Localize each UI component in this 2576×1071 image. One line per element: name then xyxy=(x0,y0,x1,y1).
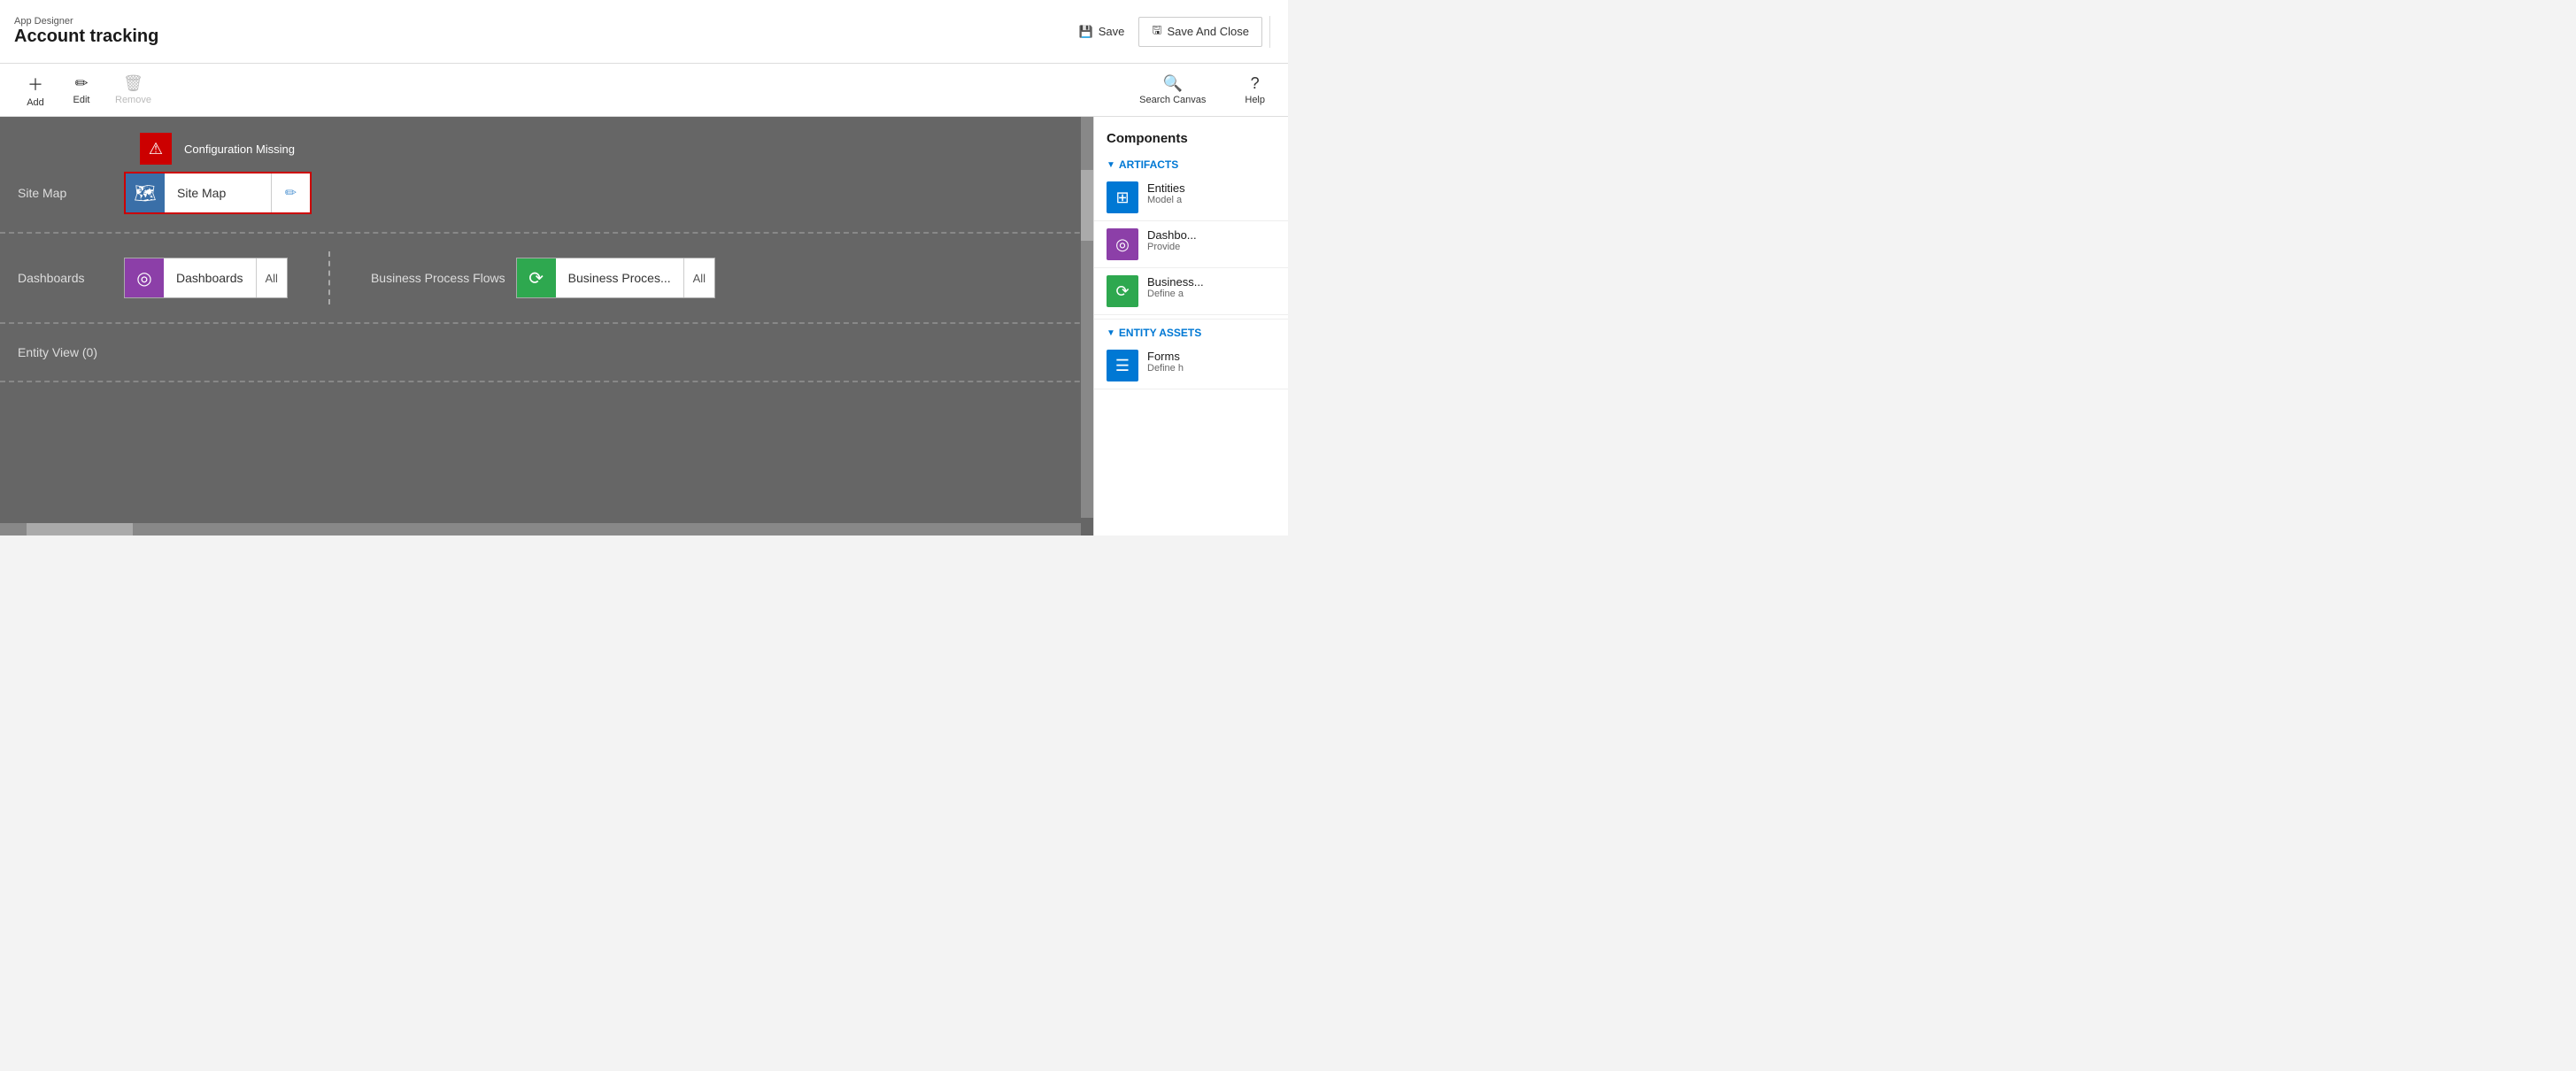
add-label: Add xyxy=(27,97,44,108)
bpf-all-label[interactable]: All xyxy=(683,258,714,297)
component-bpf[interactable]: ⟳ Business... Define a xyxy=(1094,268,1288,315)
dashboard-all-label[interactable]: All xyxy=(256,258,287,297)
header-left: App Designer Account tracking xyxy=(14,16,158,47)
artifacts-chevron-icon xyxy=(1107,160,1115,170)
search-icon: 🔍 xyxy=(1163,74,1183,93)
site-map-content: 🗺 Site Map ✏ xyxy=(124,172,1093,214)
entity-assets-section-header[interactable]: ENTITY ASSETS xyxy=(1094,323,1288,343)
warning-icon-box: ⚠ xyxy=(140,133,172,165)
config-missing-label: Configuration Missing xyxy=(184,143,295,156)
horizontal-scrollbar[interactable] xyxy=(0,523,1081,536)
bpf-section-label: Business Process Flows xyxy=(371,271,505,285)
help-label: Help xyxy=(1245,95,1265,105)
save-close-icon: 🖫 xyxy=(1152,22,1161,42)
save-icon: 💾 xyxy=(1079,25,1093,39)
toolbar: ＋ Add ✏ Edit 🗑 Remove 🔍 Search Canvas ? … xyxy=(0,64,1288,117)
dashboard-icon: ◎ xyxy=(125,258,164,297)
site-map-card-label: Site Map xyxy=(165,173,271,212)
forms-text: Forms Define h xyxy=(1147,350,1184,374)
bpf-panel-icon: ⟳ xyxy=(1107,275,1138,307)
site-map-edit-button[interactable]: ✏ xyxy=(271,173,310,212)
artifacts-label: ARTIFACTS xyxy=(1119,158,1178,171)
config-missing-row: ⚠ Configuration Missing xyxy=(0,126,1093,165)
dashboard-card-label: Dashboards xyxy=(164,258,256,297)
components-panel: Components ARTIFACTS ⊞ Entities Model a … xyxy=(1093,117,1288,536)
bpf-card-label: Business Proces... xyxy=(556,258,683,297)
dashboards-text: Dashbo... Provide xyxy=(1147,228,1197,252)
page-title: Account tracking xyxy=(14,27,158,47)
site-map-icon: 🗺 xyxy=(126,173,165,212)
forms-name: Forms xyxy=(1147,350,1184,363)
save-close-label: Save And Close xyxy=(1167,25,1249,38)
dashboards-row: Dashboards ◎ Dashboards All Business Pro… xyxy=(0,241,1093,315)
component-dashboards[interactable]: ◎ Dashbo... Provide xyxy=(1094,221,1288,268)
main-container: ⚠ Configuration Missing Site Map 🗺 Site … xyxy=(0,117,1288,536)
forms-icon: ☰ xyxy=(1107,350,1138,381)
save-label: Save xyxy=(1099,25,1125,38)
site-map-card[interactable]: 🗺 Site Map ✏ xyxy=(124,172,312,214)
component-entities[interactable]: ⊞ Entities Model a xyxy=(1094,174,1288,221)
entities-icon: ⊞ xyxy=(1107,181,1138,213)
toolbar-left: ＋ Add ✏ Edit 🗑 Remove xyxy=(14,69,160,112)
header: App Designer Account tracking 💾 Save 🖫 S… xyxy=(0,0,1288,64)
save-close-button[interactable]: 🖫 Save And Close xyxy=(1138,17,1262,47)
bpf-panel-name: Business... xyxy=(1147,275,1204,289)
entities-name: Entities xyxy=(1147,181,1185,195)
bpf-panel-text: Business... Define a xyxy=(1147,275,1204,299)
dashboards-panel-desc: Provide xyxy=(1147,242,1197,252)
site-map-section-label: Site Map xyxy=(18,186,124,200)
section-divider-2 xyxy=(0,322,1093,324)
help-button[interactable]: ? Help xyxy=(1236,71,1274,109)
header-actions: 💾 Save 🖫 Save And Close xyxy=(1068,16,1274,48)
search-canvas-button[interactable]: 🔍 Search Canvas xyxy=(1130,71,1215,109)
site-map-row: Site Map 🗺 Site Map ✏ xyxy=(0,165,1093,225)
dashboards-panel-icon: ◎ xyxy=(1107,228,1138,260)
remove-label: Remove xyxy=(115,95,151,105)
section-divider-3 xyxy=(0,381,1093,382)
app-type-label: App Designer xyxy=(14,16,158,27)
canvas-inner[interactable]: ⚠ Configuration Missing Site Map 🗺 Site … xyxy=(0,117,1093,536)
remove-button[interactable]: 🗑 Remove xyxy=(106,71,160,109)
save-button[interactable]: 💾 Save xyxy=(1068,19,1136,44)
bpf-card[interactable]: ⟳ Business Proces... All xyxy=(516,258,715,298)
bpf-section: Business Process Flows ⟳ Business Proces… xyxy=(371,258,715,298)
add-icon: ＋ xyxy=(27,73,43,96)
search-canvas-label: Search Canvas xyxy=(1139,95,1206,105)
help-icon: ? xyxy=(1251,74,1260,93)
dashboards-content: ◎ Dashboards All Business Process Flows … xyxy=(124,251,1093,304)
vertical-scroll-thumb[interactable] xyxy=(1081,170,1093,241)
entity-assets-label: ENTITY ASSETS xyxy=(1119,327,1201,339)
toolbar-right: 🔍 Search Canvas ? Help xyxy=(1130,71,1274,109)
edit-label: Edit xyxy=(73,95,90,105)
remove-icon: 🗑 xyxy=(123,74,143,93)
entities-text: Entities Model a xyxy=(1147,181,1185,205)
entity-assets-chevron-icon xyxy=(1107,328,1115,338)
section-divider-1 xyxy=(0,232,1093,234)
vertical-dotted-divider xyxy=(328,251,330,304)
artifacts-section-header[interactable]: ARTIFACTS xyxy=(1094,155,1288,174)
forms-desc: Define h xyxy=(1147,363,1184,374)
bpf-icon: ⟳ xyxy=(517,258,556,297)
entity-view-label: Entity View (0) xyxy=(18,345,195,359)
panel-divider xyxy=(1094,319,1288,320)
vertical-scrollbar[interactable] xyxy=(1081,117,1093,518)
horizontal-scroll-thumb[interactable] xyxy=(27,523,133,536)
canvas: ⚠ Configuration Missing Site Map 🗺 Site … xyxy=(0,117,1093,536)
edit-button[interactable]: ✏ Edit xyxy=(60,71,103,109)
dashboard-card[interactable]: ◎ Dashboards All xyxy=(124,258,288,298)
component-forms[interactable]: ☰ Forms Define h xyxy=(1094,343,1288,389)
panel-title: Components xyxy=(1094,127,1288,155)
dashboards-panel-name: Dashbo... xyxy=(1147,228,1197,242)
dashboards-section-label: Dashboards xyxy=(18,271,124,285)
edit-icon: ✏ xyxy=(74,74,88,93)
add-button[interactable]: ＋ Add xyxy=(14,69,57,112)
header-divider xyxy=(1269,16,1270,48)
bpf-panel-desc: Define a xyxy=(1147,289,1204,299)
entity-view-row: Entity View (0) xyxy=(0,331,1093,374)
canvas-content: ⚠ Configuration Missing Site Map 🗺 Site … xyxy=(0,117,1093,398)
entities-desc: Model a xyxy=(1147,195,1185,205)
